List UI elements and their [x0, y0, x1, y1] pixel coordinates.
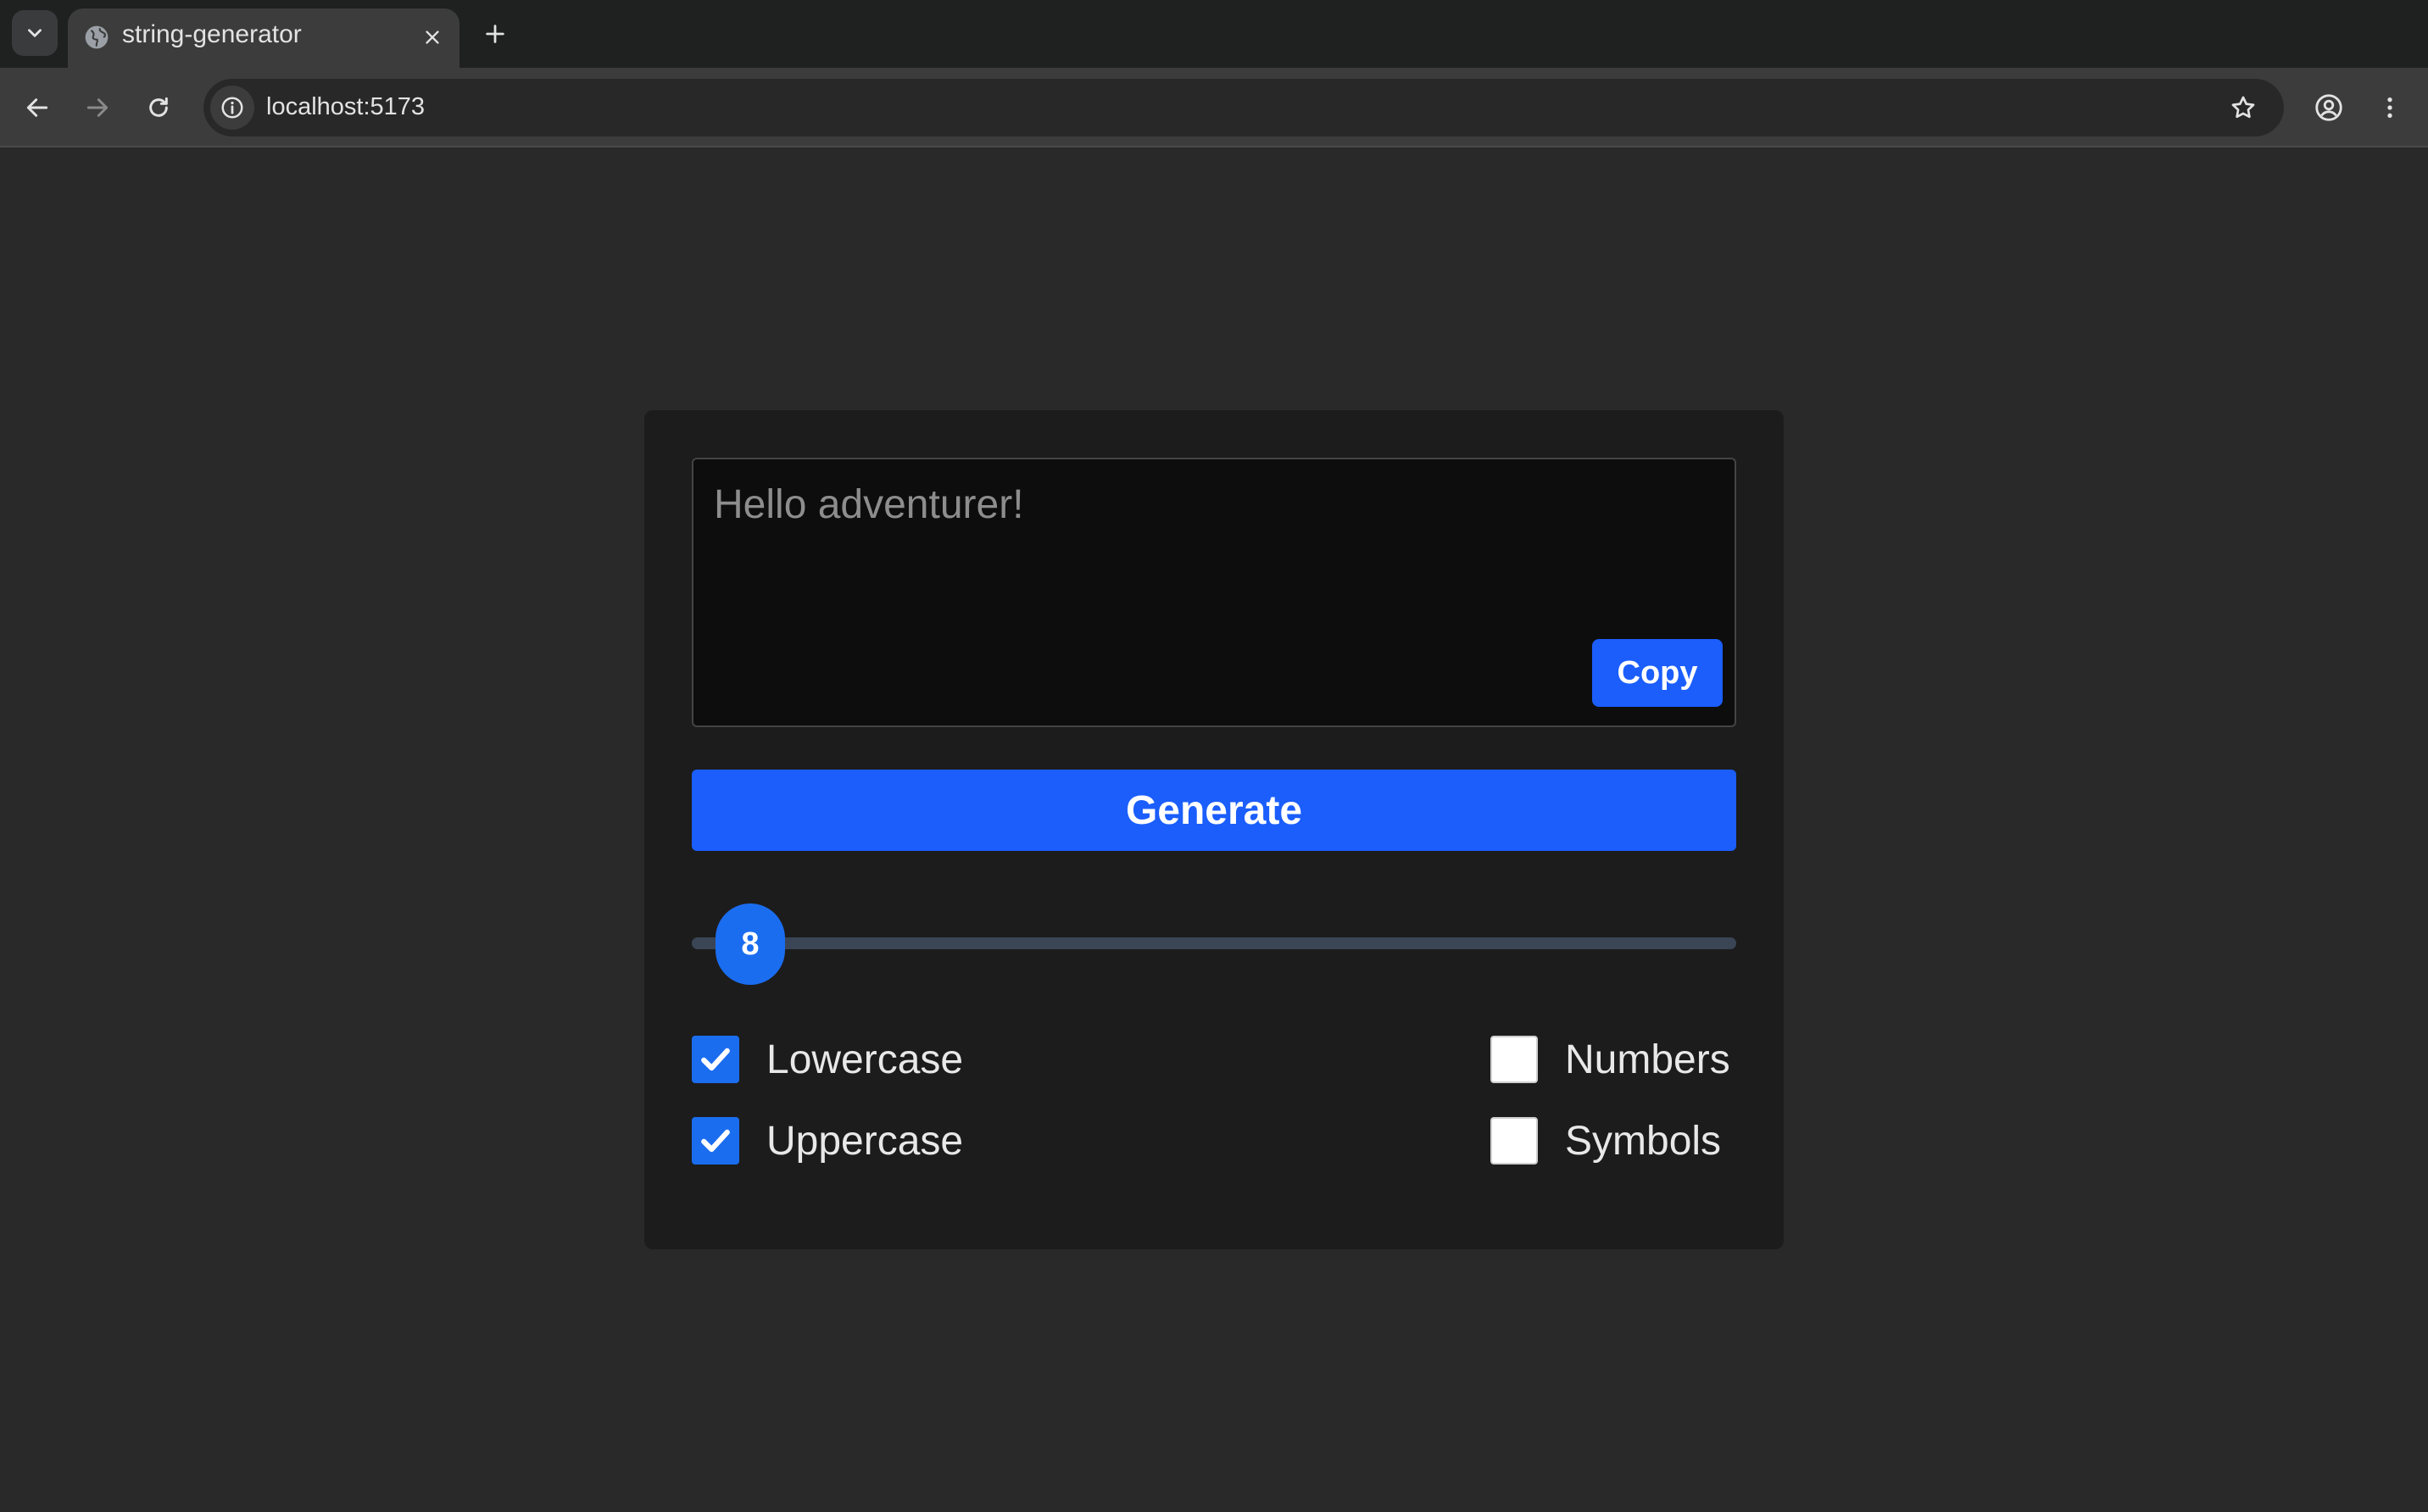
browser-tab[interactable]: string-generator	[68, 8, 459, 68]
numbers-checkbox[interactable]	[1490, 1036, 1538, 1083]
forward-button[interactable]	[76, 86, 119, 129]
slider-track[interactable]	[692, 937, 1736, 949]
symbols-label: Symbols	[1565, 1118, 1722, 1164]
tab-search-button[interactable]	[12, 10, 58, 56]
close-icon	[426, 31, 439, 44]
lowercase-checkbox[interactable]	[692, 1036, 739, 1083]
plus-icon	[486, 25, 504, 43]
generate-button[interactable]: Generate	[692, 770, 1736, 851]
option-uppercase[interactable]: Uppercase	[692, 1115, 963, 1166]
reload-button[interactable]	[137, 86, 180, 129]
arrow-right-icon	[86, 98, 109, 117]
copy-button[interactable]: Copy	[1592, 639, 1723, 707]
star-icon	[2231, 96, 2255, 119]
checkmark-icon	[701, 1048, 730, 1071]
reload-icon	[149, 97, 168, 117]
address-bar[interactable]: localhost:5173	[203, 79, 2284, 136]
bookmark-button[interactable]	[2226, 91, 2260, 125]
output-textarea[interactable]	[693, 459, 1735, 725]
length-slider[interactable]: 8	[692, 900, 1736, 985]
browser-menu-button[interactable]	[2369, 86, 2411, 129]
new-tab-button[interactable]	[478, 17, 512, 51]
profile-button[interactable]	[2308, 86, 2350, 129]
info-icon	[221, 97, 243, 119]
url-text: localhost:5173	[266, 93, 426, 120]
globe-icon	[85, 25, 109, 49]
checkmark-icon	[701, 1129, 730, 1153]
symbols-checkbox[interactable]	[1490, 1117, 1538, 1165]
output-container: Copy	[692, 458, 1736, 727]
uppercase-label: Uppercase	[766, 1118, 964, 1164]
more-vertical-icon	[2387, 97, 2392, 118]
tab-strip: string-generator	[0, 0, 2428, 68]
uppercase-checkbox[interactable]	[692, 1117, 739, 1165]
option-lowercase[interactable]: Lowercase	[692, 1034, 963, 1085]
browser-toolbar: localhost:5173	[0, 68, 2428, 147]
account-circle-icon	[2315, 94, 2342, 121]
chevron-down-icon	[28, 29, 42, 37]
generator-card: Copy Generate 8 Lowercase Uppercase Numb…	[644, 410, 1784, 1249]
option-symbols[interactable]: Symbols	[1490, 1115, 1721, 1166]
tab-close-button[interactable]	[417, 22, 448, 53]
numbers-label: Numbers	[1565, 1037, 1730, 1082]
option-numbers[interactable]: Numbers	[1490, 1034, 1730, 1085]
slider-thumb[interactable]: 8	[716, 903, 785, 985]
lowercase-label: Lowercase	[766, 1037, 964, 1082]
back-button[interactable]	[16, 86, 58, 129]
site-info-button[interactable]	[210, 86, 254, 130]
tab-title: string-generator	[122, 20, 302, 48]
arrow-left-icon	[26, 98, 48, 117]
